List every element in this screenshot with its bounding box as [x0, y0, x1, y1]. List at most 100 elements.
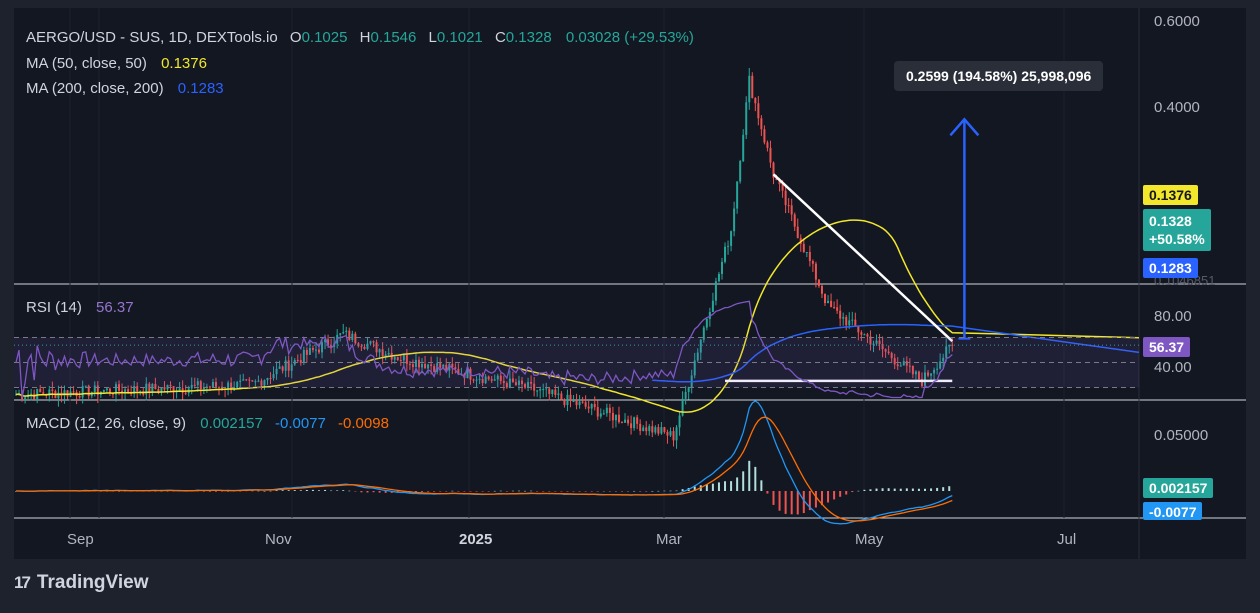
- ma200-legend: MA (200, close, 200) 0.1283: [26, 80, 228, 97]
- macd-hist-bar-288: [887, 488, 890, 491]
- macd-hist-bar-268: [827, 491, 830, 503]
- candle-body-189: [587, 406, 590, 409]
- chart-frame[interactable]: AERGO/USD - SUS, 1D, DEXTools.io O0.1025…: [14, 8, 1246, 559]
- macd-hist-bar-230: [711, 483, 714, 491]
- ma200-price-tag: 0.1283: [1143, 258, 1198, 278]
- candle-body-37: [127, 389, 130, 392]
- candle-body-184: [572, 400, 575, 402]
- candle-body-274: [845, 317, 848, 326]
- macd-hist-bar-100: [318, 490, 320, 491]
- symbol-title: AERGO/USD - SUS, 1D, DEXTools.io: [26, 29, 278, 46]
- macd-legend: MACD (12, 26, close, 9) 0.002157 -0.0077…: [26, 415, 393, 432]
- candle-body-204: [633, 417, 636, 429]
- candle-body-191: [593, 404, 596, 408]
- candle-body-195: [605, 407, 608, 414]
- macd-hist-bar-178: [554, 491, 557, 492]
- candle-body-107: [339, 333, 342, 335]
- macd-hist-bar-276: [851, 491, 854, 493]
- macd-hist-bar-90: [287, 490, 290, 491]
- tradingview-logo[interactable]: 17 TradingView: [14, 572, 149, 594]
- macd-hist-bar-202: [627, 491, 630, 492]
- candle-body-190: [590, 404, 593, 409]
- candle-body-242: [748, 75, 751, 103]
- candle-body-219: [678, 415, 681, 428]
- macd-hist-bar-174: [542, 491, 545, 492]
- candle-body-203: [630, 423, 633, 429]
- candle-body-267: [824, 293, 827, 304]
- macd-hist-bar-234: [724, 481, 727, 491]
- candle-body-175: [545, 388, 548, 390]
- macd-hist-bar-242: [748, 460, 751, 491]
- macd-hist-bar-290: [893, 488, 896, 491]
- macd-hist-bar-190: [590, 491, 593, 492]
- candle-body-232: [717, 273, 720, 282]
- rsi-value: 56.37: [96, 299, 134, 316]
- macd-hist-bar-108: [342, 490, 345, 491]
- candle-body-248: [766, 142, 769, 148]
- candle-body-206: [639, 423, 642, 431]
- candle-body-241: [745, 102, 748, 135]
- candle-body-216: [669, 431, 672, 436]
- macd-hist-bar-278: [857, 490, 860, 492]
- candle-body-183: [569, 394, 572, 402]
- macd-hist-bar-238: [736, 477, 739, 491]
- macd-hist-bar-296: [911, 488, 914, 491]
- candle-body-271: [836, 307, 839, 311]
- macd-hist-bar-200: [621, 491, 623, 492]
- macd-hist-bar-212: [657, 490, 660, 492]
- candle-body-108: [342, 332, 345, 334]
- macd-hist-bar-152: [475, 491, 478, 492]
- price-tick-0400: 0.4000: [1154, 99, 1200, 116]
- time-tick-2025: 2025: [459, 531, 493, 548]
- candle-body-182: [566, 394, 569, 406]
- macd-hist-bar-182: [566, 491, 569, 492]
- candle-body-199: [617, 414, 620, 423]
- time-tick-sep: Sep: [67, 531, 94, 548]
- macd-hist-bar-120: [378, 491, 381, 493]
- candle-body-254: [784, 190, 787, 206]
- ma50-legend: MA (50, close, 50) 0.1376: [26, 55, 211, 72]
- macd-hist-bar-248: [766, 491, 769, 494]
- candle-body-207: [642, 427, 645, 431]
- macd-hist-bar-192: [596, 491, 599, 492]
- macd-hist-bar-96: [305, 489, 308, 491]
- candle-body-239: [739, 161, 742, 182]
- candle-body-176: [548, 388, 551, 395]
- candle-body-185: [575, 400, 578, 406]
- triangle-resistance-line: [772, 173, 954, 343]
- macd-hist-bar-176: [548, 491, 551, 492]
- ma200-value: 0.1283: [177, 80, 224, 97]
- macd-price-tag: 0.002157: [1143, 478, 1214, 498]
- macd-hist-bar-270: [833, 491, 836, 500]
- close-label: C: [494, 29, 506, 46]
- candle-body-228: [705, 318, 708, 328]
- macd-hist-bar-118: [372, 491, 375, 493]
- candle-body-212: [657, 427, 660, 434]
- macd-hist-bar-264: [814, 491, 817, 508]
- candle-body-209: [648, 426, 651, 432]
- candle-body-217: [672, 431, 675, 441]
- candle-body-178: [554, 389, 557, 395]
- candle-body-249: [769, 147, 772, 163]
- candle-body-202: [627, 419, 630, 424]
- candle-body-257: [793, 214, 796, 227]
- candle-body-7: [36, 388, 39, 400]
- candle-body-17: [66, 390, 69, 397]
- candle-body-235: [727, 245, 730, 247]
- candle-body-193: [599, 413, 602, 417]
- candle-body-205: [636, 417, 639, 424]
- macd-hist-bar-186: [578, 491, 581, 492]
- candle-body-272: [839, 310, 842, 319]
- price-tick-0600: 0.6000: [1154, 13, 1200, 30]
- measure-tooltip: 0.2599 (194.58%) 25,998,096: [894, 61, 1104, 91]
- rsi-label: RSI (14): [26, 299, 82, 316]
- macd-hist-bar-252: [778, 491, 781, 511]
- candle-body-278: [857, 326, 860, 333]
- low-value: 0.1021: [436, 29, 483, 46]
- macd-hist-bar-106: [336, 490, 339, 491]
- candle-body-279: [860, 332, 863, 335]
- candle-body-265: [817, 279, 820, 286]
- open-value: 0.1025: [301, 29, 348, 46]
- candle-body-234: [724, 246, 727, 262]
- macd-hist-bar-244: [754, 466, 757, 491]
